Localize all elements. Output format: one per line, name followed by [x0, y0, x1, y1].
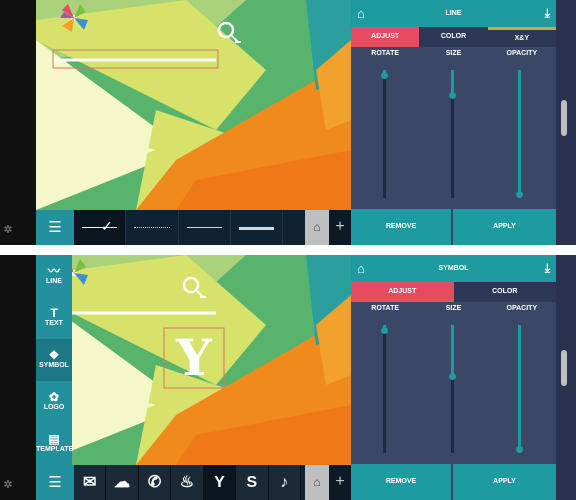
symbol-picker-bar: ☰ ✉ ☁ ✆ ♨ Y S ♪ ⌂ +	[36, 465, 351, 500]
opacity-slider-knob[interactable]	[516, 446, 523, 453]
line-style-option[interactable]	[231, 210, 283, 245]
apply-button[interactable]: APPLY	[453, 464, 556, 500]
design-canvas[interactable]: Y	[36, 255, 351, 465]
sidebar-item-line[interactable]: 〰 LINE	[36, 255, 72, 297]
canvas-background	[36, 0, 351, 210]
adjust-lines-icon[interactable]: ☰	[36, 465, 74, 500]
panel-tabs: ADJUST COLOR	[351, 282, 556, 302]
sidebar-item-logo[interactable]: ✿ LOGO	[36, 381, 72, 423]
panel-header: ⌂ SYMBOL ⤓	[351, 255, 556, 282]
rotate-slider[interactable]	[381, 70, 388, 198]
opacity-slider[interactable]	[516, 70, 523, 198]
properties-panel: ⌂ SYMBOL ⤓ ADJUST COLOR ROTATE SIZE OPAC…	[351, 255, 576, 500]
rotate-slider-knob[interactable]	[381, 327, 388, 334]
whatsapp-icon[interactable]: ✆	[138, 465, 172, 500]
tab-xy[interactable]: X&Y	[487, 27, 556, 47]
adjust-lines-icon[interactable]: ☰	[36, 210, 74, 245]
line-style-option[interactable]	[179, 210, 231, 245]
line-icon: 〰	[47, 264, 60, 278]
download-icon[interactable]: ⤓	[545, 255, 550, 282]
cloud-icon[interactable]: ☁	[106, 465, 139, 500]
add-icon[interactable]: +	[329, 465, 351, 500]
panel-tabs: ADJUST COLOR X&Y	[351, 27, 556, 47]
scrollbar[interactable]	[561, 100, 567, 136]
fire-icon[interactable]: ♨	[171, 465, 204, 500]
aperture-icon: ✲	[3, 224, 13, 236]
size-slider-knob[interactable]	[449, 92, 456, 99]
mail-icon[interactable]: ✉	[74, 465, 107, 500]
tab-adjust[interactable]: ADJUST	[351, 282, 454, 302]
opacity-label: OPACITY	[506, 305, 538, 312]
rotate-slider[interactable]	[381, 325, 388, 453]
opacity-slider-knob[interactable]	[516, 191, 523, 198]
tab-color[interactable]: COLOR	[419, 27, 488, 47]
tab-color[interactable]: COLOR	[453, 282, 556, 302]
symbol-editor-screen: ✲ Y 〰 LINE T TEXT ❖ SYMBOL ✿ LOGO ▤ TEMP…	[0, 255, 576, 500]
sidebar-item-template[interactable]: ▤ TEMPLATE	[36, 423, 73, 465]
opacity-label: OPACITY	[506, 50, 538, 57]
line-style-bar: ☰ ✓ ⌂ +	[36, 210, 351, 245]
apply-button[interactable]: APPLY	[453, 209, 556, 245]
size-slider[interactable]	[449, 70, 456, 198]
opacity-slider[interactable]	[516, 325, 523, 453]
size-label: SIZE	[445, 305, 462, 312]
symbol-icon: ❖	[48, 348, 60, 362]
size-slider[interactable]	[449, 325, 456, 453]
sidebar-item-symbol[interactable]: ❖ SYMBOL	[36, 339, 72, 381]
properties-panel: ⌂ LINE ⤓ ADJUST COLOR X&Y ROTATE SIZE OP…	[351, 0, 576, 245]
size-label: SIZE	[445, 50, 462, 57]
panel-title: LINE	[445, 10, 462, 17]
template-icon: ▤	[48, 432, 60, 446]
twitter-icon[interactable]: ♪	[268, 465, 301, 500]
rotate-label: ROTATE	[371, 305, 400, 312]
scrollbar[interactable]	[561, 350, 567, 386]
left-gutter: ✲	[0, 255, 36, 500]
size-slider-knob[interactable]	[449, 373, 456, 380]
remove-button[interactable]: REMOVE	[351, 209, 451, 245]
control-labels: ROTATE SIZE OPACITY	[351, 305, 556, 315]
line-style-option[interactable]: ✓	[74, 210, 127, 245]
symbol-strip: ✉ ☁ ✆ ♨ Y S ♪	[74, 465, 301, 500]
element-sidebar: 〰 LINE T TEXT ❖ SYMBOL ✿ LOGO ▤ TEMPLATE	[36, 255, 73, 465]
line-style-strip: ✓	[74, 210, 283, 245]
sidebar-item-text[interactable]: T TEXT	[36, 297, 72, 339]
skype-icon[interactable]: S	[236, 465, 269, 500]
store-icon[interactable]: ⌂	[305, 465, 329, 500]
checkmark-icon: ✓	[101, 218, 113, 234]
home-icon[interactable]: ⌂	[357, 255, 365, 282]
store-icon[interactable]: ⌂	[305, 210, 329, 245]
line-style-option[interactable]	[126, 210, 179, 245]
rotate-label: ROTATE	[371, 50, 400, 57]
control-labels: ROTATE SIZE OPACITY	[351, 50, 556, 60]
rotate-slider-knob[interactable]	[381, 72, 388, 79]
aperture-icon: ✲	[3, 479, 13, 491]
logo-icon: ✿	[48, 390, 60, 404]
panel-header: ⌂ LINE ⤓	[351, 0, 556, 27]
canvas-symbol-y[interactable]: Y	[169, 329, 219, 387]
left-gutter: ✲	[0, 0, 36, 245]
remove-button[interactable]: REMOVE	[351, 464, 451, 500]
panel-title: SYMBOL	[438, 265, 469, 272]
tab-adjust[interactable]: ADJUST	[351, 27, 420, 47]
yahoo-icon[interactable]: Y	[203, 465, 237, 500]
home-icon[interactable]: ⌂	[357, 0, 365, 27]
text-icon: T	[50, 306, 58, 320]
screen-divider	[0, 245, 576, 255]
download-icon[interactable]: ⤓	[545, 0, 550, 27]
line-editor-screen: ✲ ☰ ✓ ⌂ + ⌂ LINE ⤓ ADJUST COLOR X&Y ROTA…	[0, 0, 576, 245]
add-icon[interactable]: +	[329, 210, 351, 245]
design-canvas[interactable]	[36, 0, 351, 210]
